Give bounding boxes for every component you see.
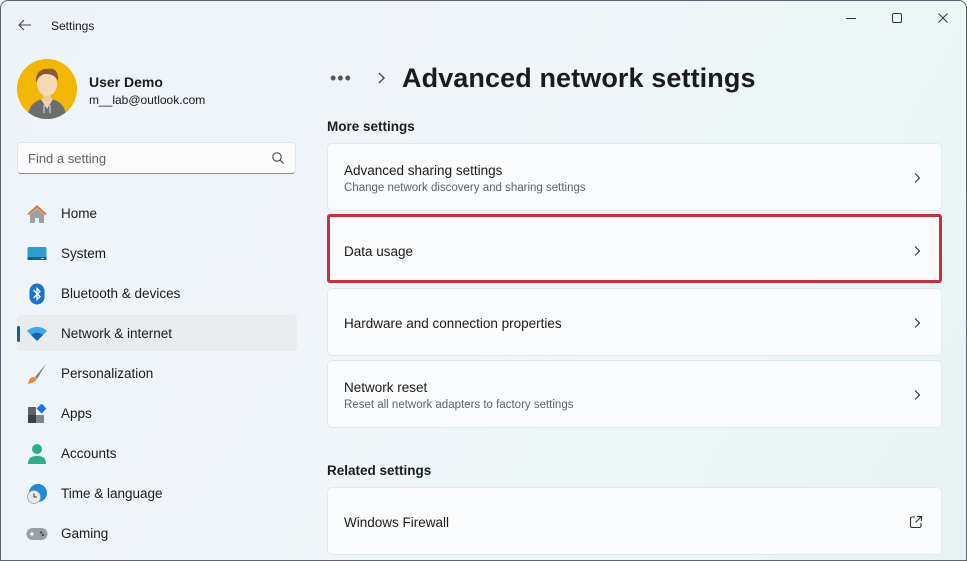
person-icon bbox=[26, 443, 48, 465]
user-name: User Demo bbox=[89, 74, 163, 90]
gamepad-icon bbox=[26, 523, 48, 545]
windows-firewall-card[interactable]: Windows Firewall bbox=[327, 487, 942, 555]
data-usage-card[interactable]: Data usage bbox=[327, 214, 942, 283]
card-title: Windows Firewall bbox=[344, 515, 450, 530]
breadcrumb-more-button[interactable]: ••• bbox=[330, 68, 360, 89]
arrow-left-icon bbox=[18, 19, 31, 31]
user-avatar-icon bbox=[17, 59, 77, 119]
close-button[interactable] bbox=[920, 4, 966, 32]
maximize-button[interactable] bbox=[874, 4, 920, 32]
sidebar-item-label: Bluetooth & devices bbox=[61, 285, 181, 301]
paintbrush-icon bbox=[26, 363, 48, 385]
active-indicator bbox=[17, 326, 20, 342]
title-bar: Settings bbox=[0, 0, 967, 48]
sidebar-item-label: Personalization bbox=[61, 365, 154, 381]
sidebar-item-home[interactable]: Home bbox=[17, 195, 297, 231]
sidebar-item-apps[interactable]: Apps bbox=[17, 395, 297, 431]
page-title: Advanced network settings bbox=[402, 62, 756, 93]
sidebar-item-label: System bbox=[61, 245, 107, 261]
app-title: Settings bbox=[51, 19, 95, 33]
sidebar-item-label: Gaming bbox=[61, 525, 109, 541]
sidebar-item-label: Accounts bbox=[61, 445, 117, 461]
minimize-button[interactable] bbox=[828, 4, 874, 32]
sidebar-item-label: Home bbox=[61, 205, 98, 221]
hardware-connection-properties-card[interactable]: Hardware and connection properties bbox=[327, 288, 942, 356]
external-link-icon bbox=[909, 515, 923, 529]
search-input[interactable] bbox=[28, 143, 268, 173]
sidebar-item-accounts[interactable]: Accounts bbox=[17, 435, 297, 471]
card-title: Hardware and connection properties bbox=[344, 316, 562, 331]
back-button[interactable] bbox=[12, 12, 38, 38]
minimize-icon bbox=[846, 18, 856, 19]
chevron-right-icon bbox=[914, 390, 921, 400]
close-icon bbox=[938, 13, 948, 23]
breadcrumb: ••• Advanced network settings bbox=[330, 58, 756, 98]
chevron-right-icon bbox=[914, 173, 921, 183]
section-title-related-settings: Related settings bbox=[327, 463, 432, 478]
card-title: Network reset bbox=[344, 380, 428, 395]
sidebar-item-network[interactable]: Network & internet bbox=[17, 315, 297, 351]
sidebar-item-personalization[interactable]: Personalization bbox=[17, 355, 297, 391]
chevron-right-icon bbox=[914, 318, 921, 328]
sidebar-item-bluetooth[interactable]: Bluetooth & devices bbox=[17, 275, 297, 311]
apps-icon bbox=[26, 403, 48, 425]
home-icon bbox=[26, 203, 48, 225]
user-email: m__lab@outlook.com bbox=[89, 93, 206, 107]
sidebar-item-time-language[interactable]: Time & language bbox=[17, 475, 297, 511]
advanced-sharing-settings-card[interactable]: Advanced sharing settings Change network… bbox=[327, 143, 942, 211]
bluetooth-icon bbox=[26, 283, 48, 305]
maximize-icon bbox=[892, 13, 902, 23]
chevron-right-icon bbox=[378, 72, 385, 84]
chevron-right-icon bbox=[914, 246, 921, 256]
sidebar-item-system[interactable]: System bbox=[17, 235, 297, 271]
sidebar-item-gaming[interactable]: Gaming bbox=[17, 515, 297, 551]
card-title: Data usage bbox=[344, 244, 414, 259]
network-reset-card[interactable]: Network reset Reset all network adapters… bbox=[327, 360, 942, 428]
card-title: Advanced sharing settings bbox=[344, 163, 503, 178]
user-profile[interactable]: User Demo m__lab@outlook.com bbox=[17, 59, 297, 119]
sidebar-item-label: Time & language bbox=[61, 485, 163, 501]
sidebar-item-label: Network & internet bbox=[61, 325, 173, 341]
card-subtitle: Change network discovery and sharing set… bbox=[344, 182, 586, 194]
wifi-icon bbox=[26, 323, 48, 345]
globe-clock-icon bbox=[26, 483, 48, 505]
sidebar-item-label: Apps bbox=[61, 405, 92, 421]
system-icon bbox=[26, 243, 48, 265]
sidebar-nav: Home System Bluetooth & devices Network … bbox=[17, 195, 297, 555]
search-icon[interactable] bbox=[271, 151, 285, 165]
avatar bbox=[17, 59, 77, 119]
search-box[interactable] bbox=[17, 142, 296, 174]
card-subtitle: Reset all network adapters to factory se… bbox=[344, 399, 574, 411]
section-title-more-settings: More settings bbox=[327, 119, 415, 134]
